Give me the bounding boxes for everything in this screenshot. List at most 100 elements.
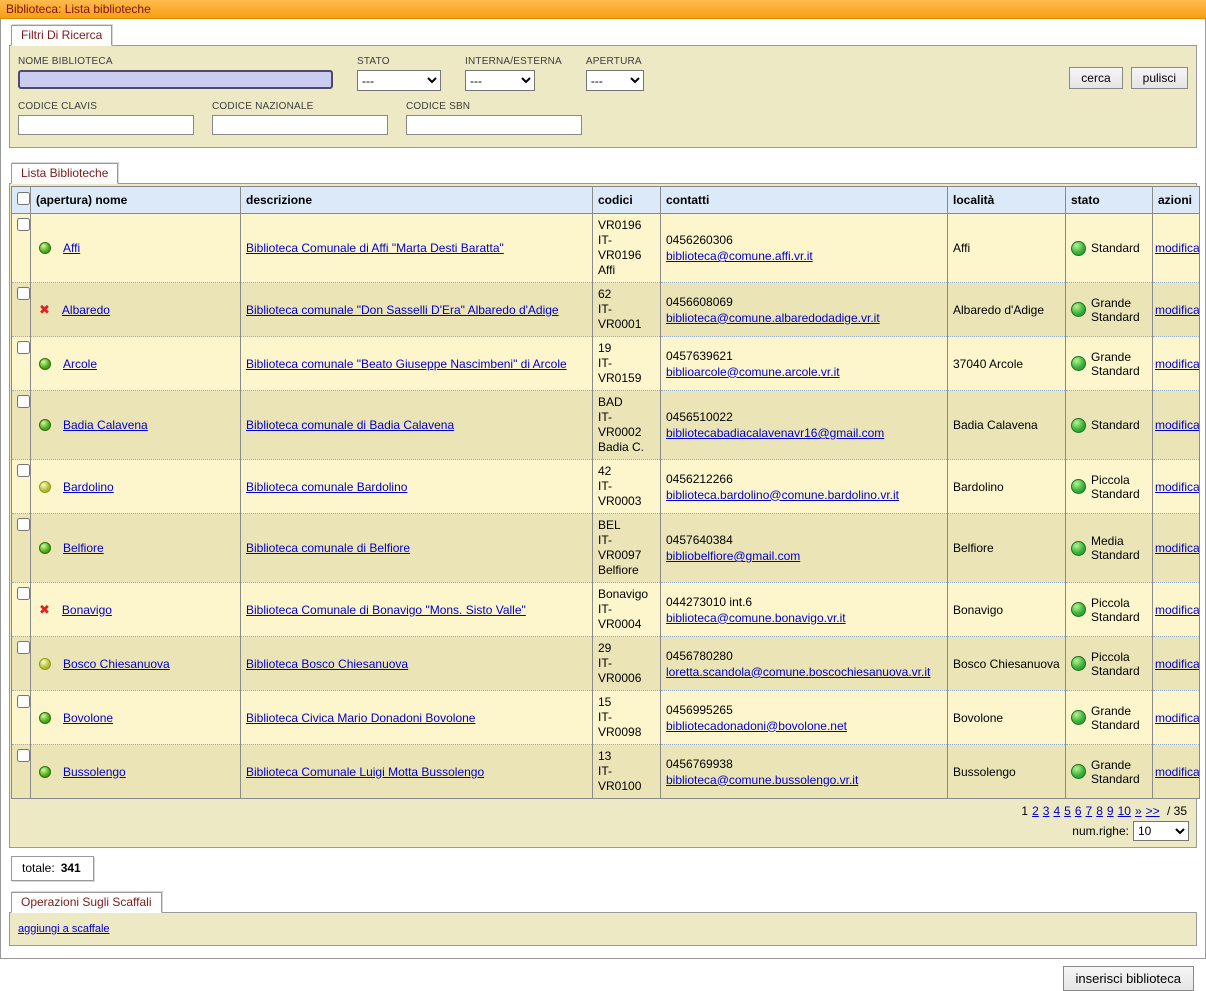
library-email-line: bibliotecadonadoni@bovolone.net bbox=[666, 718, 942, 734]
status-label: Grande Standard bbox=[1091, 758, 1147, 786]
library-description-link[interactable]: Biblioteca comunale "Beato Giuseppe Nasc… bbox=[246, 357, 567, 371]
library-description-link[interactable]: Biblioteca Bosco Chiesanuova bbox=[246, 657, 408, 671]
table-row: Bovolone Biblioteca Civica Mario Donadoni… bbox=[12, 691, 1200, 745]
codice-clavis-input[interactable] bbox=[18, 115, 194, 135]
row-checkbox[interactable] bbox=[17, 641, 30, 654]
library-description-link[interactable]: Biblioteca Comunale Luigi Motta Bussolen… bbox=[246, 765, 484, 779]
interna-esterna-select[interactable]: --- bbox=[465, 70, 535, 91]
library-description-link[interactable]: Biblioteca Comunale di Bonavigo "Mons. S… bbox=[246, 603, 526, 617]
library-description-link[interactable]: Biblioteca comunale "Don Sasselli D'Era"… bbox=[246, 303, 559, 317]
codice-sbn-input[interactable] bbox=[406, 115, 582, 135]
pagination-page-link[interactable]: 7 bbox=[1086, 804, 1093, 818]
apertura-open-icon bbox=[39, 242, 51, 254]
pulisci-button[interactable]: pulisci bbox=[1131, 67, 1188, 89]
library-name-link[interactable]: Bardolino bbox=[63, 480, 114, 494]
library-name-link[interactable]: Bovolone bbox=[63, 711, 113, 725]
row-checkbox[interactable] bbox=[17, 395, 30, 408]
library-name-link[interactable]: Albaredo bbox=[62, 303, 110, 317]
library-email-link[interactable]: biblioteca.bardolino@comune.bardolino.vr… bbox=[666, 488, 899, 502]
library-email-link[interactable]: biblioteca@comune.affi.vr.it bbox=[666, 249, 813, 263]
library-email-link[interactable]: bibliotecadonadoni@bovolone.net bbox=[666, 719, 847, 733]
codice-nazionale-label: CODICE NAZIONALE bbox=[212, 101, 388, 112]
library-description-cell: Biblioteca Bosco Chiesanuova bbox=[241, 637, 593, 691]
status-label: Grande Standard bbox=[1091, 296, 1147, 324]
library-status-inner: Media Standard bbox=[1071, 534, 1147, 562]
pagination-page-link[interactable]: 9 bbox=[1107, 804, 1114, 818]
library-locality-cell: Bardolino bbox=[948, 460, 1066, 514]
library-name-link[interactable]: Bosco Chiesanuova bbox=[63, 657, 170, 671]
library-email-link[interactable]: bibliobelfiore@gmail.com bbox=[666, 549, 800, 563]
library-description-link[interactable]: Biblioteca comunale di Belfiore bbox=[246, 541, 410, 555]
modifica-link[interactable]: modifica bbox=[1155, 765, 1200, 779]
row-checkbox[interactable] bbox=[17, 218, 30, 231]
row-checkbox[interactable] bbox=[17, 464, 30, 477]
library-email-link[interactable]: loretta.scandola@comune.boscochiesanuova… bbox=[666, 665, 930, 679]
pagination-page-link[interactable]: 3 bbox=[1043, 804, 1050, 818]
row-checkbox[interactable] bbox=[17, 749, 30, 762]
table-header-row: (apertura) nome descrizione codici conta… bbox=[12, 187, 1200, 214]
apertura-open-icon bbox=[39, 542, 51, 554]
pagination-page-link[interactable]: 8 bbox=[1096, 804, 1103, 818]
pagination-page-link[interactable]: 2 bbox=[1032, 804, 1039, 818]
add-to-shelf-link[interactable]: aggiungi a scaffale bbox=[18, 923, 110, 935]
pagination-page-link[interactable]: 5 bbox=[1064, 804, 1071, 818]
inserisci-biblioteca-button[interactable]: inserisci biblioteca bbox=[1063, 966, 1195, 991]
library-description-link[interactable]: Biblioteca comunale di Badia Calavena bbox=[246, 418, 454, 432]
apertura-select[interactable]: --- bbox=[586, 70, 644, 91]
pagination-page-link[interactable]: 4 bbox=[1053, 804, 1060, 818]
library-email-link[interactable]: biblioteca@comune.bussolengo.vr.it bbox=[666, 773, 858, 787]
modifica-link[interactable]: modifica bbox=[1155, 603, 1200, 617]
modifica-link[interactable]: modifica bbox=[1155, 241, 1200, 255]
codice-clavis-group: CODICE CLAVIS bbox=[18, 101, 194, 135]
library-name-link[interactable]: Bonavigo bbox=[62, 603, 112, 617]
cerca-button[interactable]: cerca bbox=[1069, 67, 1122, 89]
library-description-link[interactable]: Biblioteca comunale Bardolino bbox=[246, 480, 407, 494]
library-name-link[interactable]: Affi bbox=[63, 241, 80, 255]
row-checkbox[interactable] bbox=[17, 587, 30, 600]
modifica-link[interactable]: modifica bbox=[1155, 541, 1200, 555]
pagination-next-link[interactable]: » bbox=[1135, 804, 1142, 818]
library-email-link[interactable]: biblioteca@comune.bonavigo.vr.it bbox=[666, 611, 846, 625]
library-contacts-cell: 0456608069biblioteca@comune.albaredodadi… bbox=[661, 283, 948, 337]
library-status-inner: Standard bbox=[1071, 241, 1147, 256]
pagination: 12345678910»>> / 35 bbox=[11, 799, 1195, 819]
library-email-line: biblioteca.bardolino@comune.bardolino.vr… bbox=[666, 487, 942, 503]
pagination-page-link[interactable]: 6 bbox=[1075, 804, 1082, 818]
row-checkbox[interactable] bbox=[17, 518, 30, 531]
library-email-link[interactable]: biblioteca@comune.albaredodadige.vr.it bbox=[666, 311, 880, 325]
library-email-line: loretta.scandola@comune.boscochiesanuova… bbox=[666, 664, 942, 680]
modifica-link[interactable]: modifica bbox=[1155, 480, 1200, 494]
modifica-link[interactable]: modifica bbox=[1155, 357, 1200, 371]
library-name-cell: Bosco Chiesanuova bbox=[31, 637, 241, 691]
library-description-link[interactable]: Biblioteca Civica Mario Donadoni Bovolon… bbox=[246, 711, 475, 725]
modifica-link[interactable]: modifica bbox=[1155, 657, 1200, 671]
row-checkbox[interactable] bbox=[17, 287, 30, 300]
library-name-link[interactable]: Arcole bbox=[63, 357, 97, 371]
codice-nazionale-input[interactable] bbox=[212, 115, 388, 135]
library-status-inner: Grande Standard bbox=[1071, 758, 1147, 786]
library-name-inner: Bovolone bbox=[39, 711, 235, 725]
modifica-link[interactable]: modifica bbox=[1155, 711, 1200, 725]
pagination-total-pages: / 35 bbox=[1164, 804, 1187, 818]
library-name-link[interactable]: Bussolengo bbox=[63, 765, 126, 779]
library-status-cell: Piccola Standard bbox=[1066, 460, 1153, 514]
library-email-link[interactable]: biblioarcole@comune.arcole.vr.it bbox=[666, 365, 840, 379]
library-name-link[interactable]: Badia Calavena bbox=[63, 418, 148, 432]
filters-panel: NOME BIBLIOTECA STATO --- INTERNA/ESTERN… bbox=[9, 45, 1197, 148]
rows-per-page-select[interactable]: 10 bbox=[1133, 821, 1189, 841]
pagination-last-link[interactable]: >> bbox=[1146, 804, 1160, 818]
pagination-page-link[interactable]: 10 bbox=[1118, 804, 1131, 818]
nome-biblioteca-input[interactable] bbox=[18, 70, 333, 89]
modifica-link[interactable]: modifica bbox=[1155, 303, 1200, 317]
modifica-link[interactable]: modifica bbox=[1155, 418, 1200, 432]
library-codes-cell: 29IT-VR0006 bbox=[593, 637, 661, 691]
select-all-checkbox[interactable] bbox=[17, 192, 30, 205]
library-name-link[interactable]: Belfiore bbox=[63, 541, 104, 555]
library-email-link[interactable]: bibliotecabadiacalavenavr16@gmail.com bbox=[666, 426, 884, 440]
library-email-line: biblioteca@comune.bussolengo.vr.it bbox=[666, 772, 942, 788]
row-checkbox[interactable] bbox=[17, 695, 30, 708]
table-row: Arcole Biblioteca comunale "Beato Giusepp… bbox=[12, 337, 1200, 391]
row-checkbox[interactable] bbox=[17, 341, 30, 354]
library-description-link[interactable]: Biblioteca Comunale di Affi "Marta Desti… bbox=[246, 241, 504, 255]
stato-select[interactable]: --- bbox=[357, 70, 441, 91]
